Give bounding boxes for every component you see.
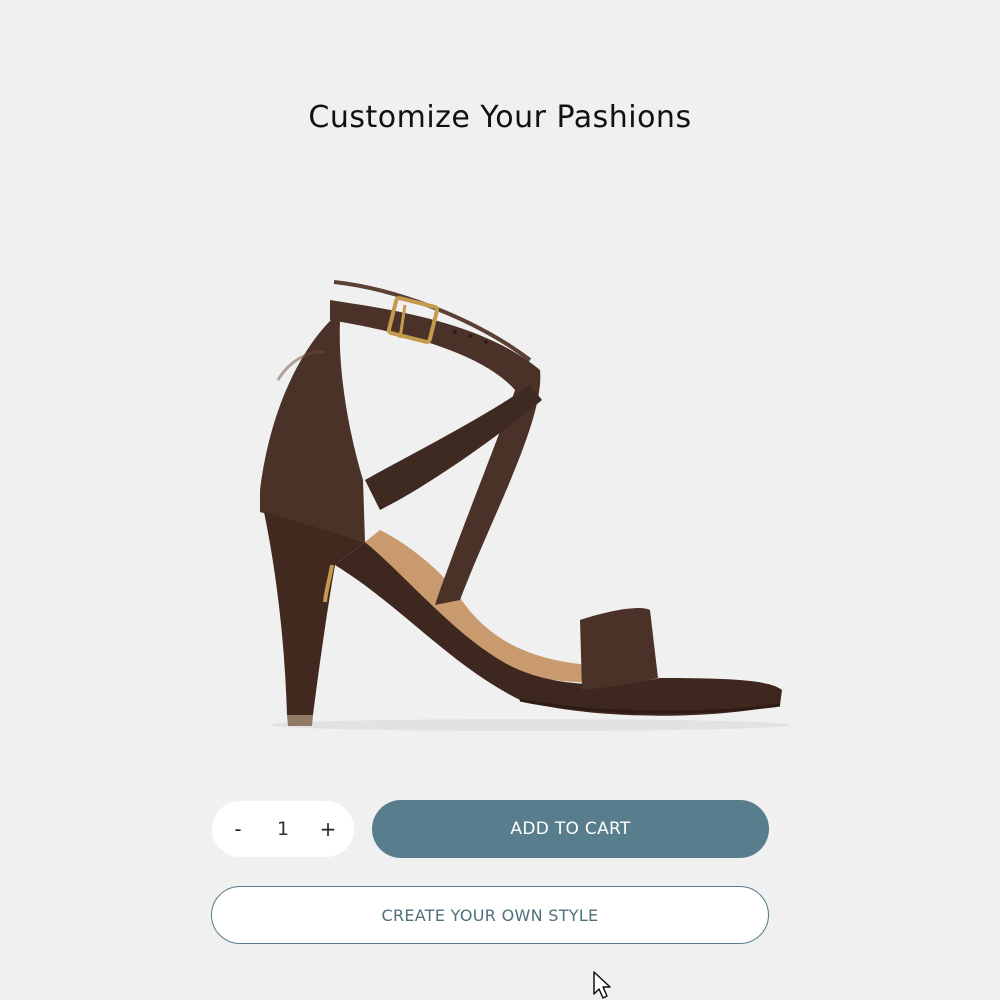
create-your-own-style-button[interactable]: CREATE YOUR OWN STYLE <box>211 886 769 944</box>
quantity-value[interactable]: 1 <box>263 818 303 840</box>
decrement-button[interactable]: - <box>222 809 254 849</box>
quantity-stepper[interactable]: - 1 + <box>212 801 354 857</box>
mouse-pointer-icon <box>593 971 611 999</box>
sandal-product-image <box>260 280 790 731</box>
increment-button[interactable]: + <box>312 809 344 849</box>
page-title: Customize Your Pashions <box>308 100 692 135</box>
add-to-cart-button[interactable]: ADD TO CART <box>372 800 769 858</box>
product-page: Customize Your Pashions - 1 + ADD TO CAR… <box>0 0 1000 1000</box>
